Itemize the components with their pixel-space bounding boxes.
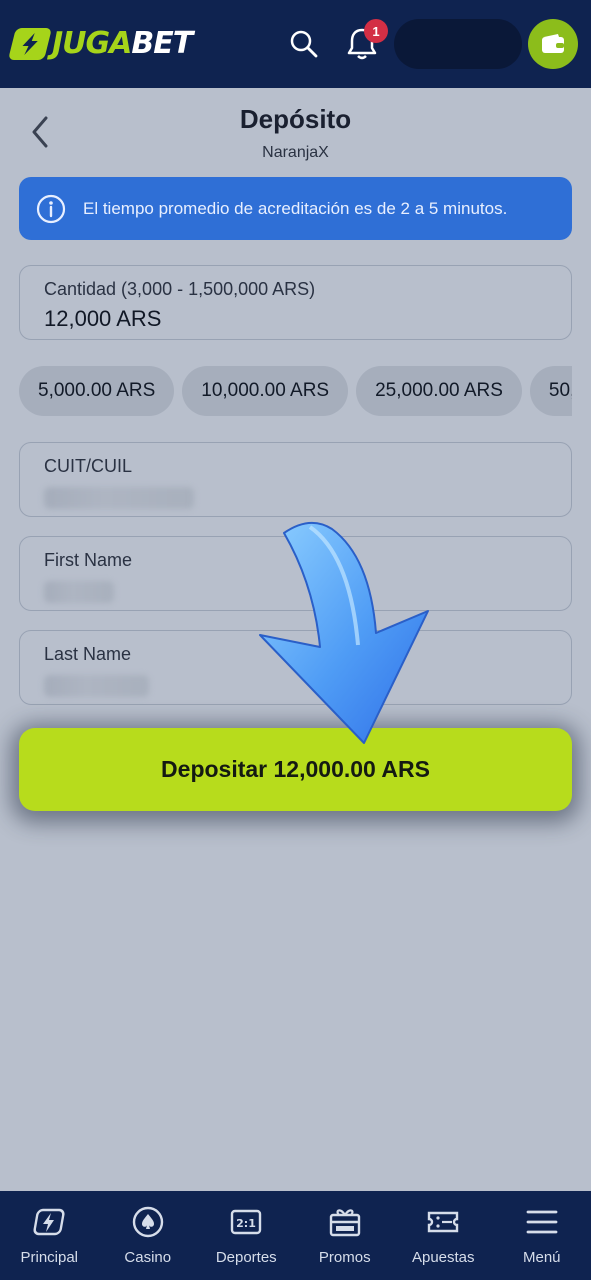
bolt-icon	[33, 1208, 65, 1236]
info-banner-text: El tiempo promedio de acreditación es de…	[83, 198, 508, 218]
bottom-navigation: Principal Casino 2:1 Deportes Promos Apu…	[0, 1191, 591, 1280]
amount-field-label: Cantidad (3,000 - 1,500,000 ARS)	[44, 279, 316, 299]
nav-deportes[interactable]: 2:1 Deportes	[197, 1191, 296, 1280]
amount-field-value: 12,000 ARS	[44, 306, 162, 331]
search-icon[interactable]	[288, 28, 320, 60]
cuit-cuil-label: CUIT/CUIL	[44, 456, 133, 476]
nav-label: Promos	[318, 1249, 371, 1266]
gift-icon	[329, 1209, 360, 1237]
quick-amount-chip[interactable]: 10,000.00 ARS	[182, 366, 349, 416]
info-icon	[36, 194, 66, 223]
wallet-icon	[542, 34, 564, 53]
logo-bolt-icon	[8, 28, 52, 60]
balance-pill[interactable]	[394, 19, 522, 69]
svg-text:2:1: 2:1	[236, 1217, 256, 1230]
wallet-button[interactable]	[528, 19, 578, 69]
logo-text-bet: BET	[131, 26, 193, 61]
nav-label: Menú	[522, 1249, 561, 1266]
logo-text-juga: JUGA	[52, 26, 132, 61]
nav-label: Principal	[20, 1249, 79, 1266]
first-name-value-redacted	[44, 581, 114, 603]
quick-amount-chip[interactable]: 5,000.00 ARS	[19, 366, 175, 416]
payment-method-subtitle: NaranjaX	[262, 144, 329, 161]
quick-amount-chips: 5,000.00 ARS 10,000.00 ARS 25,000.00 ARS…	[19, 366, 572, 416]
casino-chip-icon	[132, 1206, 163, 1238]
cuit-cuil-field[interactable]: CUIT/CUIL	[19, 442, 572, 517]
top-header: JUGA BET 1	[0, 0, 591, 88]
hamburger-menu-icon	[526, 1210, 558, 1234]
pointing-arrow-icon	[259, 522, 429, 744]
amount-field[interactable]: Cantidad (3,000 - 1,500,000 ARS) 12,000 …	[19, 265, 572, 340]
nav-promos[interactable]: Promos	[296, 1191, 395, 1280]
ticket-icon	[428, 1211, 459, 1233]
last-name-value-redacted	[44, 675, 149, 697]
scoreboard-icon: 2:1	[231, 1209, 262, 1235]
notification-badge: 1	[364, 19, 388, 43]
nav-menu[interactable]: Menú	[493, 1191, 591, 1280]
quick-amount-chip[interactable]: 25,000.00 ARS	[356, 366, 522, 416]
info-banner: El tiempo promedio de acreditación es de…	[19, 177, 572, 240]
jugabet-logo[interactable]: JUGA BET	[8, 26, 193, 62]
nav-label: Deportes	[215, 1249, 277, 1266]
nav-label: Apuestas	[411, 1249, 475, 1266]
quick-amount-chip[interactable]: 50,000.00 ARS	[529, 366, 572, 416]
nav-apuestas[interactable]: Apuestas	[394, 1191, 493, 1280]
nav-casino[interactable]: Casino	[99, 1191, 198, 1280]
nav-principal[interactable]: Principal	[0, 1191, 99, 1280]
cuit-cuil-value-redacted	[44, 487, 194, 509]
nav-label: Casino	[124, 1249, 172, 1266]
page-title: Depósito	[239, 104, 352, 134]
